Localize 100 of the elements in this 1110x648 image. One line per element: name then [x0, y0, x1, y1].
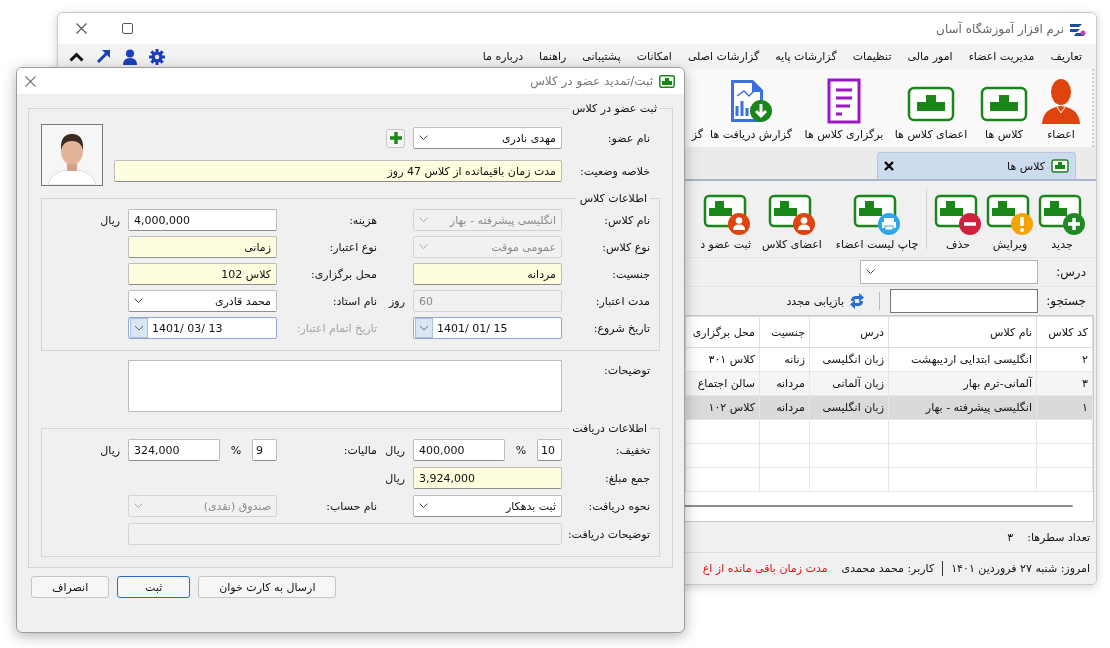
menu-item[interactable]: تعاریف: [1042, 50, 1090, 63]
toolbar-button[interactable]: گز: [691, 78, 704, 147]
toolbar-button[interactable]: حذف: [932, 194, 984, 257]
field-label: مالیات:: [342, 443, 377, 457]
person-icon: [1041, 78, 1081, 124]
stamp-person-icon: [768, 194, 816, 236]
close-icon[interactable]: [884, 161, 894, 171]
dropdown[interactable]: ثبت بدهکار: [413, 495, 562, 517]
column-header[interactable]: محل برگزاری: [685, 316, 760, 348]
toolbar-button[interactable]: اعضای کلاس ها: [890, 84, 972, 147]
stamp-icon: [1051, 159, 1069, 173]
field-label: هزینه:: [348, 213, 377, 227]
tab[interactable]: کلاس ها: [877, 152, 1076, 179]
field-label: محل برگزاری:: [310, 267, 377, 281]
text-field[interactable]: مدت زمان باقیمانده از کلاس 47 روز: [114, 160, 562, 182]
toolbar-button[interactable]: چاپ لیست اعضاء: [833, 194, 921, 257]
chevron-icon: [419, 135, 428, 141]
table-cell: زبان انگلیسی: [809, 347, 889, 372]
table-cell: زبان انگلیسی: [809, 395, 889, 420]
status-text: امروز: شنبه ۲۷ فروردین ۱۴۰۱: [951, 562, 1090, 575]
row-count: ۳: [1007, 530, 1014, 544]
toolbar-button[interactable]: اعضای کلاس: [751, 194, 833, 257]
menu-item[interactable]: تنظیمات: [844, 50, 900, 63]
toolbar-button[interactable]: کلاس ها: [972, 84, 1036, 147]
field-label: جنسیت:: [611, 267, 650, 281]
text-field[interactable]: 10: [537, 439, 562, 461]
chevron-up-icon[interactable]: [69, 51, 84, 62]
dropdown[interactable]: مهدی نادری: [413, 127, 562, 149]
unit-label: روز: [387, 294, 406, 308]
column-header[interactable]: کد کلاس: [1036, 316, 1093, 348]
text-field[interactable]: زمانی: [128, 236, 277, 258]
dialog-button[interactable]: انصراف: [31, 576, 110, 598]
menu-item[interactable]: راهنما: [531, 50, 575, 63]
chevron-icon: [134, 503, 143, 509]
text-field[interactable]: کلاس 102: [128, 263, 277, 285]
unit-label: ریال: [99, 213, 121, 227]
toolbar-button[interactable]: اعضاء: [1036, 78, 1086, 147]
table-cell: انگلیسی ابتدایی اردیبهشت: [888, 347, 1037, 372]
stamp-alert-icon: [986, 194, 1034, 236]
text-field[interactable]: 324,000: [128, 439, 220, 461]
add-button[interactable]: [386, 128, 405, 148]
text-field[interactable]: 3,924,000: [413, 467, 562, 489]
field-label: درس:: [1055, 265, 1086, 279]
maximize-icon[interactable]: [122, 23, 133, 34]
table-cell: زبان آلمانی: [809, 371, 889, 396]
menu-item[interactable]: پشتیبانی: [574, 50, 629, 63]
toolbar-button[interactable]: جدید: [1036, 194, 1088, 257]
chevron-icon: [415, 318, 433, 338]
text-field[interactable]: مردانه: [413, 263, 562, 285]
dialog-button[interactable]: ارسال به کارت خوان: [198, 576, 337, 598]
stamp-minus-icon: [934, 194, 982, 236]
dialog-title: ثبت/تمدید عضو در کلاس: [530, 74, 653, 88]
stamp-icon: [659, 74, 675, 88]
settings-icon[interactable]: [149, 48, 165, 65]
toolbar-button[interactable]: ثبت عضو د: [693, 194, 751, 257]
refresh-button[interactable]: بازیابی مجدد: [782, 293, 869, 309]
status-text: کاربر: محمد محمدی: [841, 562, 935, 575]
column-header[interactable]: درس: [809, 316, 889, 348]
toolbar-button[interactable]: گزارش دریافت ها: [704, 78, 798, 147]
search-field[interactable]: [890, 289, 1038, 313]
table-cell: زنانه: [759, 347, 810, 372]
menu-item[interactable]: درباره ما: [474, 50, 532, 63]
menu-item[interactable]: گزارشات اصلی: [679, 50, 768, 63]
table-cell: آلمانی-ترم بهار: [888, 371, 1037, 396]
menu-item[interactable]: مدیریت اعضاء: [960, 50, 1043, 63]
text-field[interactable]: 400,000: [413, 439, 505, 461]
field-label: مدت اعتبار:: [594, 294, 650, 308]
date-picker[interactable]: 1401/ 01/ 15: [413, 317, 562, 339]
dropdown[interactable]: محمد قادری: [128, 290, 277, 312]
menu-item[interactable]: امور مالی: [899, 50, 961, 63]
field-label: نوع اعتبار:: [328, 240, 377, 254]
column-header[interactable]: جنسیت: [759, 316, 810, 348]
menu-item[interactable]: امکانات: [628, 50, 680, 63]
group-title: ثبت عضو در کلاس: [571, 102, 658, 115]
field-label: توضیحات دریافت:: [566, 527, 650, 541]
chevron-icon: [419, 244, 428, 250]
text-field[interactable]: 9: [252, 439, 277, 461]
stamp-icon: [980, 84, 1028, 124]
toolbar-button[interactable]: ویرایش: [984, 194, 1036, 257]
text-field[interactable]: 4,000,000: [128, 209, 277, 231]
table-cell: مردانه: [759, 371, 810, 396]
unit-label: %: [514, 443, 528, 457]
dialog-button[interactable]: ثبت: [117, 576, 191, 598]
chart-download-icon: [728, 78, 774, 124]
close-icon[interactable]: [76, 23, 87, 34]
menu-item[interactable]: گزارشات پایه: [767, 50, 845, 63]
column-header[interactable]: نام کلاس: [888, 316, 1037, 348]
stamp-person-icon: [703, 194, 751, 236]
plus-icon: [389, 132, 402, 144]
field-label: نام عضو:: [606, 131, 650, 145]
arrow-icon[interactable]: [96, 49, 111, 64]
chevron-icon: [419, 503, 428, 509]
table-cell: ۲: [1036, 347, 1093, 372]
user-icon[interactable]: [123, 48, 137, 65]
field-label: نحوه دریافت:: [587, 499, 650, 513]
date-picker[interactable]: 1401/ 03/ 13: [128, 317, 277, 339]
group-title: اطلاعات کلاس: [578, 192, 648, 205]
chevron-icon: [866, 269, 875, 275]
toolbar-button[interactable]: برگزاری کلاس ها: [798, 78, 890, 147]
field-label: تخفیف:: [614, 443, 650, 457]
